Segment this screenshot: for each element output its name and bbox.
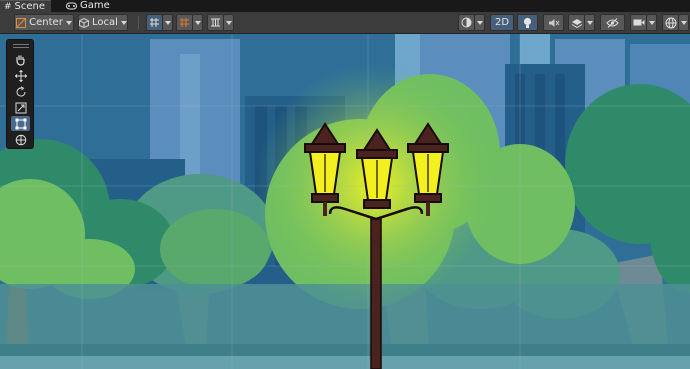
- chevron-down-icon: [476, 20, 483, 25]
- grid-snap-icon: [150, 18, 159, 27]
- tab-game-label: Game: [80, 0, 110, 11]
- effects-dropdown[interactable]: [585, 14, 595, 31]
- rotate-tool-button[interactable]: [11, 84, 30, 99]
- grid-snapping-button[interactable]: [146, 14, 163, 31]
- scene-tools-overlay: [6, 39, 34, 149]
- hand-tool-button[interactable]: [11, 52, 30, 67]
- rect-tool-button[interactable]: [11, 116, 30, 131]
- camera-dropdown[interactable]: [647, 14, 657, 31]
- pivot-icon: [16, 17, 27, 28]
- gamepad-icon: [66, 2, 77, 10]
- draw-mode-button[interactable]: [458, 14, 475, 31]
- eye-slash-icon: [606, 17, 619, 28]
- toolbar-divider: [138, 16, 139, 29]
- effects-button[interactable]: [568, 14, 585, 31]
- chevron-down-icon: [65, 20, 72, 25]
- lighting-toggle[interactable]: [517, 14, 538, 31]
- tab-game[interactable]: Game: [62, 0, 114, 12]
- chevron-down-icon: [680, 20, 687, 25]
- chevron-down-icon: [194, 20, 201, 25]
- move-arrows-icon: [14, 69, 27, 82]
- draw-mode-dropdown[interactable]: [475, 14, 485, 31]
- path-strip: [0, 356, 690, 369]
- hand-icon: [16, 55, 25, 66]
- pivot-dropdown[interactable]: Center: [14, 14, 74, 31]
- tab-bar: # Scene Game: [0, 0, 690, 12]
- scale-tool-button[interactable]: [11, 100, 30, 115]
- increment-snapping-button[interactable]: [176, 14, 193, 31]
- effects-icon: [571, 19, 582, 28]
- rotate-icon: [16, 85, 26, 97]
- pivot-label: Center: [29, 17, 63, 28]
- shading-mode-icon: [461, 17, 472, 28]
- scene-visibility-toggle[interactable]: [600, 14, 625, 31]
- scale-icon: [15, 102, 26, 113]
- gizmo-globe-icon: [665, 17, 676, 28]
- tab-scene-label: Scene: [14, 0, 46, 12]
- chevron-down-icon: [120, 20, 127, 25]
- overlay-drag-handle[interactable]: [13, 44, 29, 48]
- chevron-down-icon: [164, 20, 171, 25]
- lightbulb-icon: [523, 17, 532, 28]
- chevron-down-icon: [648, 20, 655, 25]
- scene-artwork: [0, 34, 690, 369]
- move-tool-button[interactable]: [11, 68, 30, 83]
- camera-icon: [633, 19, 644, 26]
- hash-icon: #: [4, 1, 12, 12]
- mode-2d-button[interactable]: 2D: [490, 14, 514, 31]
- tab-scene[interactable]: # Scene: [0, 0, 52, 12]
- increment-snap-icon: [180, 18, 189, 27]
- transform-icon: [15, 134, 26, 145]
- camera-button[interactable]: [630, 14, 647, 31]
- space-label: Local: [92, 17, 118, 28]
- audio-toggle[interactable]: [543, 14, 564, 31]
- scene-toolbar: Center Local 2D: [0, 12, 690, 34]
- rect-transform-icon: [15, 118, 26, 129]
- grid-visibility-dropdown[interactable]: [224, 14, 234, 31]
- scene-viewport[interactable]: [0, 34, 690, 369]
- space-dropdown[interactable]: Local: [78, 14, 128, 31]
- gizmos-dropdown[interactable]: [679, 14, 689, 31]
- cube-icon: [79, 17, 90, 28]
- grid-visibility-button[interactable]: [207, 14, 224, 31]
- transform-tool-button[interactable]: [11, 132, 30, 147]
- chevron-down-icon: [586, 20, 593, 25]
- chevron-down-icon: [225, 20, 232, 25]
- grid-snapping-dropdown[interactable]: [163, 14, 173, 31]
- gizmos-button[interactable]: [662, 14, 679, 31]
- speaker-muted-icon: [548, 18, 559, 27]
- grid-icon: [211, 18, 220, 27]
- mode-2d-label: 2D: [494, 17, 510, 28]
- increment-snapping-dropdown[interactable]: [193, 14, 203, 31]
